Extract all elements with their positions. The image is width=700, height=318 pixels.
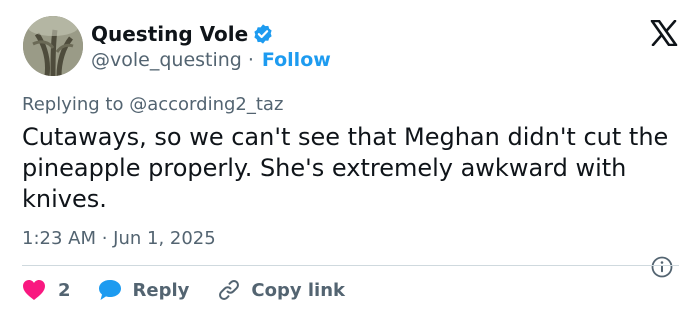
x-logo-icon[interactable] [650,20,678,46]
divider [22,265,679,266]
copy-link-button[interactable]: Copy link [217,278,345,302]
like-count: 2 [58,279,71,301]
user-name-row: Questing Vole [91,22,274,46]
reply-label: Reply [132,279,190,301]
follow-button[interactable]: Follow [262,49,331,71]
tweet-text: Cutaways, so we can't see that Meghan di… [22,123,669,213]
replying-to: Replying to @according2_taz [22,94,283,115]
avatar[interactable] [23,16,83,76]
handle-row: @vole_questing · Follow [91,49,331,71]
heart-icon [23,280,45,300]
reply-button[interactable]: Reply [97,278,190,302]
handle-separator: · [247,49,254,71]
action-bar: 2 Reply Copy link [22,276,345,304]
user-name[interactable]: Questing Vole [91,22,248,46]
user-handle[interactable]: @vole_questing [91,49,242,71]
like-button[interactable]: 2 [22,279,71,301]
tweet-timestamp[interactable]: 1:23 AM · Jun 1, 2025 [22,228,216,249]
info-icon[interactable] [651,256,673,278]
link-icon [219,280,240,300]
replying-to-handle[interactable]: @according2_taz [129,94,283,115]
reply-bubble-icon [98,280,121,300]
replying-to-prefix: Replying to [22,94,124,115]
copy-link-label: Copy link [251,279,345,301]
avatar-image [23,16,83,76]
verified-badge-icon [254,24,272,44]
